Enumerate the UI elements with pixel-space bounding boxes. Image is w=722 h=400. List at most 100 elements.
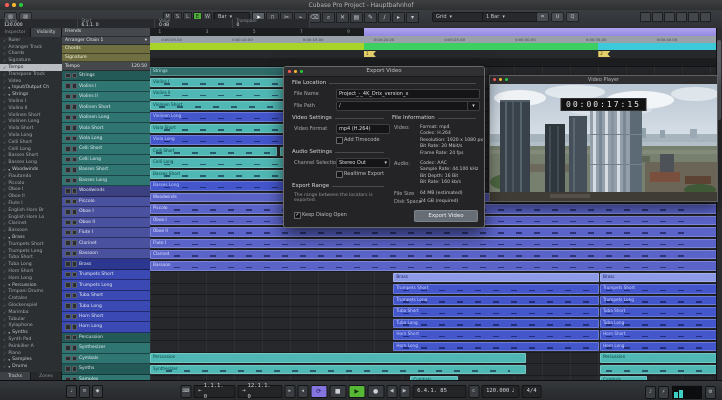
visibility-check-icon[interactable]: ✓: [3, 215, 6, 220]
mute-button[interactable]: [65, 303, 71, 309]
sidebar-item-celli-long[interactable]: ✓ Celli Long: [0, 146, 62, 153]
solo-button[interactable]: [71, 313, 77, 320]
add-timecode-checkbox[interactable]: [336, 137, 343, 144]
track-header-signature[interactable]: Signature: [62, 53, 150, 63]
sidebar-item-english-horn-br[interactable]: ✓ English Horn Br: [0, 207, 62, 214]
visibility-check-icon[interactable]: ✓: [3, 255, 6, 260]
forward-button[interactable]: ▶: [399, 385, 411, 398]
visibility-check-icon[interactable]: ✓: [3, 201, 6, 206]
sidebar-item-woodwinds[interactable]: ✓ ▾ Woodwinds: [0, 166, 62, 173]
track-header-woodwinds[interactable]: Woodwinds: [62, 186, 150, 197]
sidebar-item-flautando[interactable]: ✓ Flautando: [0, 173, 62, 180]
mute-button[interactable]: [65, 250, 71, 257]
mute-button[interactable]: [65, 345, 71, 351]
draw-tool-icon[interactable]: ✎: [364, 12, 377, 23]
cycle-button[interactable]: ⟳: [310, 385, 328, 398]
tempo-track-button[interactable]: ≡: [79, 385, 90, 398]
tempo-mode-button[interactable]: c: [468, 385, 480, 398]
keyboard-icon[interactable]: ⌨: [180, 385, 192, 398]
clip-event[interactable]: Celli Short: [150, 146, 277, 157]
visibility-check-icon[interactable]: ✓: [3, 45, 6, 50]
fold-arrow-icon[interactable]: ▾: [8, 93, 10, 97]
visibility-check-icon[interactable]: ✓: [3, 228, 6, 233]
visibility-check-icon[interactable]: ✓: [3, 51, 6, 56]
visibility-check-icon[interactable]: ✓: [3, 99, 6, 104]
visibility-check-icon[interactable]: ✓: [3, 140, 6, 145]
solo-button[interactable]: [71, 250, 77, 257]
track-lane-clarinet[interactable]: Clarinet: [150, 250, 716, 261]
window-zone-toggle-6[interactable]: [700, 12, 711, 22]
visibility-check-icon[interactable]: ✓: [3, 126, 6, 131]
channel-selection-dropdown[interactable]: Stereo Out ▾: [336, 158, 390, 168]
visibility-check-icon[interactable]: ✓: [3, 317, 6, 322]
zoom-tool-icon[interactable]: ⌕: [322, 12, 335, 23]
tab-visibility[interactable]: Visibility: [31, 28, 62, 37]
solo-button[interactable]: [71, 209, 77, 215]
visibility-check-icon[interactable]: ✓: [3, 283, 6, 288]
visibility-check-icon[interactable]: ✓: [3, 133, 6, 138]
track-header-oboe-i[interactable]: Oboe I: [62, 207, 150, 218]
sidebar-item-basses-short[interactable]: ✓ Basses Short: [0, 153, 62, 160]
track-lane-bassoon[interactable]: Bassoon: [150, 261, 716, 273]
visibility-check-icon[interactable]: ✓: [3, 72, 6, 77]
visibility-check-icon[interactable]: ✓: [3, 351, 6, 356]
infoline-field-tempo[interactable]: Tempo 120.000: [0, 19, 78, 28]
punch-out-button[interactable]: ◂: [297, 385, 309, 398]
track-lane-oboe-ii[interactable]: Oboe II: [150, 227, 716, 239]
mute-button[interactable]: [65, 72, 71, 79]
mute-button[interactable]: [65, 198, 71, 205]
window-zone-toggle-4[interactable]: [676, 12, 687, 22]
track-header-celli-short[interactable]: Celli Short: [62, 144, 150, 155]
track-lane-trumpets-short[interactable]: Trumpets Short Trumpets Short: [150, 284, 716, 296]
clip-event[interactable]: Trumpets Short: [599, 284, 716, 294]
mute-button[interactable]: [65, 83, 71, 89]
sidebar-item-violins-ii[interactable]: ✓ Violins II: [0, 105, 62, 112]
sidebar-item-oboe-ii[interactable]: ✓ Oboe II: [0, 193, 62, 200]
solo-button[interactable]: [71, 135, 77, 142]
sidebar-item-tuba-short[interactable]: ✓ Tuba Short: [0, 255, 62, 262]
mute-button[interactable]: [65, 334, 71, 341]
sidebar-item-transpose-track[interactable]: ✓ Transpose Track: [0, 71, 62, 78]
solo-button[interactable]: [71, 261, 77, 267]
track-header-violins-i[interactable]: Violins I: [62, 81, 150, 92]
visibility-check-icon[interactable]: ✓: [3, 310, 6, 315]
track-header-synths[interactable]: Synths: [62, 364, 150, 375]
marker-flag-icon[interactable]: 2: [598, 51, 611, 57]
sidebar-item-samples[interactable]: ✓ ▾ Samples: [0, 356, 62, 363]
visibility-check-icon[interactable]: ✓: [3, 269, 6, 274]
visibility-check-icon[interactable]: ✓: [3, 194, 6, 199]
window-zone-toggle-1[interactable]: [640, 12, 651, 22]
left-locator-display[interactable]: ⇤ 1.1.1. 0: [193, 383, 236, 400]
solo-button[interactable]: [71, 93, 77, 100]
track-header-chords[interactable]: Chords: [62, 45, 150, 54]
sidebar-item-clarinet[interactable]: ✓ Clarinet: [0, 221, 62, 228]
fold-arrow-icon[interactable]: ▾: [8, 168, 10, 172]
track-lane-tuba-short[interactable]: Tuba Short Tuba Short: [150, 307, 716, 319]
track-lane-tuba-long[interactable]: Tuba Long Tuba Long: [150, 318, 716, 330]
sidebar-item-video[interactable]: ✓ Video: [0, 78, 62, 85]
quantize-dropdown[interactable]: 1 Bar ▾: [482, 12, 538, 22]
solo-button[interactable]: [71, 83, 77, 89]
fold-arrow-icon[interactable]: ▾: [8, 236, 10, 240]
clip-event[interactable]: Trumpets Long: [599, 295, 716, 306]
punch-in-button[interactable]: ▸: [284, 385, 296, 398]
visibility-check-icon[interactable]: ✓: [3, 296, 6, 301]
track-header-clarinet[interactable]: Clarinet: [62, 238, 150, 249]
sidebar-item-bassoon[interactable]: ✓ Bassoon: [0, 227, 62, 234]
solo-button[interactable]: [71, 188, 77, 194]
clip-event[interactable]: Bassoon: [150, 261, 716, 271]
track-lane-brass[interactable]: Brass Brass: [150, 272, 716, 284]
solo-button[interactable]: [71, 229, 77, 236]
visibility-check-icon[interactable]: ✓: [3, 181, 6, 186]
mute-button[interactable]: [65, 271, 71, 278]
sidebar-item-violinen-short[interactable]: ✓ Violinen Short: [0, 112, 62, 119]
solo-button[interactable]: [71, 366, 77, 372]
mute-button[interactable]: [65, 146, 71, 152]
track-header-celli-long[interactable]: Celli Long: [62, 154, 150, 166]
visibility-check-icon[interactable]: ✓: [3, 208, 6, 213]
grid-type-dropdown[interactable]: Grid ▾: [432, 12, 484, 22]
audio-activity-button[interactable]: ♪: [645, 386, 656, 399]
sidebar-item-flute-i[interactable]: ✓ Flute I: [0, 200, 62, 207]
track-lane-flute-i[interactable]: Flute I: [150, 238, 716, 250]
solo-button[interactable]: [71, 198, 77, 205]
